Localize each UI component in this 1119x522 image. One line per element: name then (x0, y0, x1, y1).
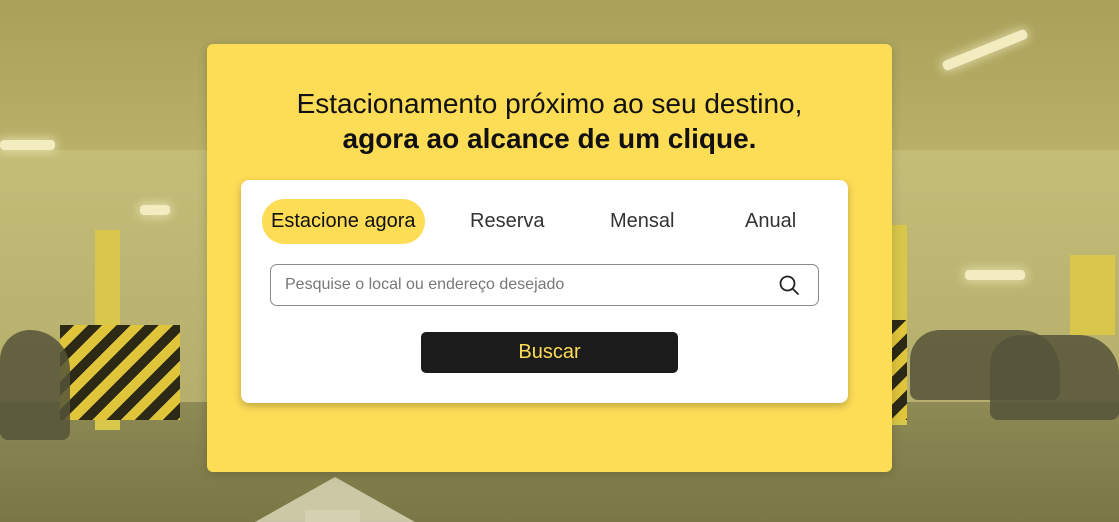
tab-estacione-agora[interactable]: Estacione agora (262, 199, 425, 244)
parked-car (0, 330, 70, 440)
search-icon[interactable] (778, 274, 800, 296)
hero-headline: Estacionamento próximo ao seu destino, a… (207, 86, 892, 156)
parking-type-tabs: Estacione agora Reserva Mensal Anual (262, 199, 822, 244)
ceiling-lamp (0, 140, 55, 150)
headline-line-2: agora ao alcance de um clique. (342, 123, 757, 154)
floor-arrow-marking (305, 510, 360, 522)
search-button[interactable]: Buscar (421, 332, 678, 373)
search-box (270, 264, 819, 306)
search-input[interactable] (285, 265, 755, 305)
search-panel: Estacione agora Reserva Mensal Anual Bus… (241, 180, 848, 403)
ceiling-lamp (965, 270, 1025, 280)
headline-line-1: Estacionamento próximo ao seu destino, (296, 88, 803, 119)
hazard-stripes (60, 325, 180, 420)
tab-mensal[interactable]: Mensal (610, 199, 674, 244)
ceiling-lamp (140, 205, 170, 215)
parked-car (990, 335, 1119, 420)
parking-search-card: Estacionamento próximo ao seu destino, a… (207, 44, 892, 472)
tab-reserva[interactable]: Reserva (470, 199, 544, 244)
garage-pillar (1070, 255, 1115, 335)
tab-anual[interactable]: Anual (745, 199, 796, 244)
hazard-stripes (892, 320, 907, 420)
